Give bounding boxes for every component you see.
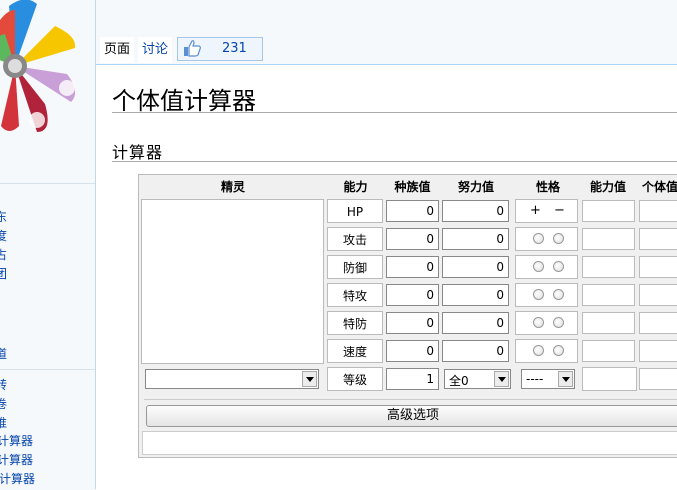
base-input-atk[interactable]: 0 [386,228,439,250]
chevron-down-icon [558,371,573,387]
header-stat: 能力 [343,180,368,194]
sidebar-link[interactable]: 团 [0,267,7,281]
level-input[interactable]: 1 [386,368,439,390]
ev-input-atk[interactable]: 0 [442,228,509,250]
stat-label-spe: 速度 [327,339,383,363]
iv-output-def [639,256,677,278]
nature-select-value: ---- [526,372,544,386]
tab-talk[interactable]: 讨论 [138,37,173,63]
nature-cell-def [515,255,578,279]
sidebar-link[interactable]: 占 [0,248,7,262]
header-pokemon: 精灵 [220,180,245,194]
base-input-hp[interactable]: 0 [386,200,439,222]
value-input-atk[interactable] [582,228,635,250]
like-count: 231 [222,41,247,56]
pokemon-select[interactable] [145,369,319,389]
ev-preset-select[interactable]: 全0 [444,369,511,389]
stat-label-hp: HP [327,199,383,223]
nature-minus-radio-spa[interactable] [553,289,564,300]
sidebar-link[interactable]: 东 [0,210,7,224]
ev-input-hp[interactable]: 0 [442,200,509,222]
nature-minus-label: − [554,203,565,218]
nature-plus-radio-spe[interactable] [533,345,544,356]
nature-plus-radio-atk[interactable] [533,233,544,244]
thumbs-up-icon [184,40,201,57]
sidebar-link[interactable]: 计算器 [0,434,33,448]
value-input-spe[interactable] [582,340,635,362]
ev-input-def[interactable]: 0 [442,256,509,278]
stat-label-def: 防御 [327,255,383,279]
nature-cell-hp [515,199,578,223]
value-input-def[interactable] [582,256,635,278]
nature-cell-atk [515,227,578,251]
iv-output-spe [639,340,677,362]
header-nature: 性格 [535,180,560,194]
level-value-cell [582,367,637,391]
site-logo[interactable] [0,0,95,140]
base-input-def[interactable]: 0 [386,256,439,278]
sidebar-link[interactable]: 道 [0,347,7,361]
base-input-spa[interactable]: 0 [386,284,439,306]
nature-plus-label: + [530,203,541,218]
value-input-spd[interactable] [582,312,635,334]
ev-input-spa[interactable]: 0 [442,284,509,306]
advanced-divider [144,399,677,400]
iv-output-atk [639,228,677,250]
calculator-panel: 精灵 能力 种族值 努力值 性格 能力值 个体值 HP 0 0 + − 攻击 0… [138,174,677,458]
sidebar-link[interactable]: 计算器 [0,472,35,486]
stat-label-atk: 攻击 [327,227,383,251]
nature-minus-radio-def[interactable] [553,261,564,272]
stat-label-spd: 特防 [327,311,383,335]
ev-input-spe[interactable]: 0 [442,340,509,362]
section-divider [112,161,677,162]
pokemon-image-area [141,199,324,364]
iv-output-spd [639,312,677,334]
sidebar-link[interactable]: 推 [0,416,7,430]
ev-input-spd[interactable]: 0 [442,312,509,334]
nature-select[interactable]: ---- [521,369,575,389]
value-input-spa[interactable] [582,284,635,306]
page-title: 个体值计算器 [112,87,256,115]
ev-preset-value: 全0 [449,374,469,388]
iv-output-hp [639,200,677,222]
nature-plus-radio-spd[interactable] [533,317,544,328]
sidebar-link[interactable]: 计算器 [0,453,33,467]
header-ev: 努力值 [457,180,494,194]
nature-minus-radio-spd[interactable] [553,317,564,328]
sidebar: 东 度 占 团 道 转 卷 推 计算器 计算器 计算器 [0,0,96,489]
chevron-down-icon [494,371,509,387]
advanced-options-button[interactable]: 高级选项 [146,405,677,427]
sidebar-separator [0,369,95,370]
sidebar-separator [0,183,95,184]
sidebar-link[interactable]: 卷 [0,397,7,411]
section-title: 计算器 [112,143,164,162]
nature-minus-radio-atk[interactable] [553,233,564,244]
level-iv-cell [639,368,677,390]
sidebar-link[interactable]: 度 [0,229,7,243]
header-value: 能力值 [589,180,626,194]
nature-cell-spd [515,311,578,335]
result-area [142,431,677,455]
main-content: 个体值计算器 计算器 精灵 能力 种族值 努力值 性格 能力值 个体值 HP 0… [96,64,677,490]
sidebar-link[interactable]: 转 [0,378,7,392]
title-divider [112,112,677,113]
nature-plus-radio-def[interactable] [533,261,544,272]
nature-cell-spe [515,339,578,363]
base-input-spd[interactable]: 0 [386,312,439,334]
nature-cell-spa [515,283,578,307]
stat-label-spa: 特攻 [327,283,383,307]
like-button[interactable]: 231 [177,37,263,61]
nature-plus-radio-spa[interactable] [533,289,544,300]
header-base: 种族值 [394,180,431,194]
page-tabs: 页面 讨论 231 [96,33,677,65]
value-input-hp[interactable] [582,200,635,222]
chevron-down-icon [302,371,317,387]
iv-output-spa [639,284,677,306]
nature-minus-radio-spe[interactable] [553,345,564,356]
level-label: 等级 [327,367,383,391]
base-input-spe[interactable]: 0 [386,340,439,362]
header-iv: 个体值 [642,180,677,194]
tab-page[interactable]: 页面 [100,37,135,63]
